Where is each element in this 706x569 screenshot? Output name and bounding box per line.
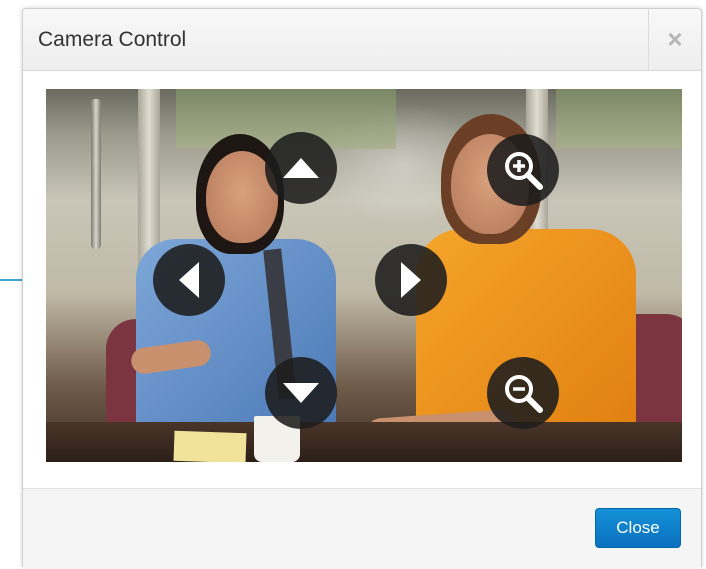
camera-video-feed (46, 89, 682, 462)
pan-up-button[interactable] (265, 132, 337, 204)
pan-down-button[interactable] (265, 357, 337, 429)
close-button[interactable]: Close (595, 508, 681, 548)
pan-left-icon (179, 262, 199, 298)
camera-control-dialog: Camera Control × Close (22, 8, 702, 569)
dialog-footer: Close (23, 488, 701, 569)
pan-left-button[interactable] (153, 244, 225, 316)
dialog-title: Camera Control (38, 28, 187, 51)
dialog-header: Camera Control × (23, 9, 701, 71)
pan-right-icon (401, 262, 421, 298)
notepad (173, 430, 247, 462)
zoom-out-icon (505, 375, 543, 413)
dialog-body (23, 71, 701, 488)
pan-down-icon (283, 383, 319, 403)
close-icon[interactable]: × (648, 9, 701, 70)
table (46, 422, 682, 462)
background-window (556, 89, 682, 149)
zoom-in-button[interactable] (487, 134, 559, 206)
door-handle (91, 99, 101, 249)
zoom-in-icon (505, 152, 543, 190)
zoom-out-button[interactable] (487, 357, 559, 429)
pan-up-icon (283, 158, 319, 178)
pan-right-button[interactable] (375, 244, 447, 316)
